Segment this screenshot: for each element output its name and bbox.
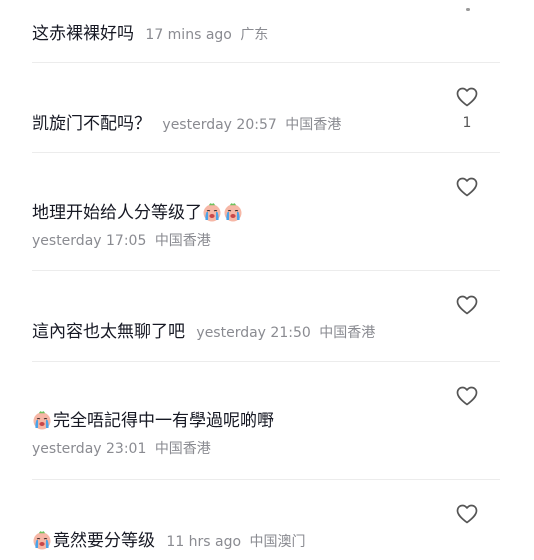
comment-location: 中国香港: [154, 233, 211, 249]
comment-text: 凯旋门不配吗？: [32, 114, 151, 134]
comment-meta: yesterday 21:50 中国香港: [196, 325, 375, 341]
comment-location: 中国香港: [319, 325, 376, 341]
comment-item: 竟然要分等级 11 hrs ago 中国澳门: [32, 530, 502, 553]
comment-text: 这赤裸裸好吗: [32, 24, 134, 44]
comment-location: 中国澳门: [249, 534, 306, 550]
divider: [32, 479, 500, 480]
divider: [32, 152, 500, 153]
comment-meta: 17 mins ago 广东: [145, 27, 268, 43]
comment-time: yesterday 17:05: [32, 233, 147, 249]
heart-outline-icon[interactable]: [455, 175, 479, 199]
heart-outline-icon[interactable]: [455, 502, 479, 526]
comment-text: 完全唔記得中一有學過呢啲嘢: [53, 411, 274, 431]
comment-meta: yesterday 17:05 中国香港: [32, 232, 502, 250]
like-control[interactable]: [452, 175, 482, 199]
comment-text: 竟然要分等级: [53, 531, 155, 551]
comment-line: 這內容也太無聊了吧 yesterday 21:50 中国香港: [32, 321, 502, 344]
divider: [32, 62, 500, 63]
crying-face-emoji: [202, 202, 222, 222]
crying-face-emoji: [223, 202, 243, 222]
comment-text: 地理开始给人分等级了: [32, 203, 202, 223]
comment-item: 完全唔記得中一有學過呢啲嘢 yesterday 23:01 中国香港: [32, 410, 502, 458]
comment-location: 中国香港: [154, 441, 211, 457]
comment-line: 地理开始给人分等级了: [32, 202, 502, 224]
scroll-indicator: [466, 8, 470, 11]
comment-time: 11 hrs ago: [166, 534, 242, 550]
comment-item: 地理开始给人分等级了 yesterday 17:05 中国香港: [32, 202, 502, 250]
like-control[interactable]: [452, 384, 482, 408]
divider: [32, 270, 500, 271]
comment-location: 中国香港: [285, 117, 342, 133]
comment-item: 凯旋门不配吗？ yesterday 20:57 中国香港: [32, 113, 502, 136]
comment-text: 這內容也太無聊了吧: [32, 322, 185, 342]
comment-meta: 11 hrs ago 中国澳门: [166, 534, 305, 550]
comment-item: 这赤裸裸好吗 17 mins ago 广东: [32, 23, 502, 46]
crying-face-emoji: [32, 530, 52, 550]
comment-line: 竟然要分等级 11 hrs ago 中国澳门: [32, 530, 502, 553]
heart-outline-icon[interactable]: [455, 293, 479, 317]
comment-meta: yesterday 20:57 中国香港: [162, 117, 341, 133]
comment-time: yesterday 21:50: [196, 325, 311, 341]
like-control[interactable]: [452, 293, 482, 317]
crying-face-emoji: [32, 410, 52, 430]
heart-outline-icon[interactable]: [455, 384, 479, 408]
comment-time: yesterday 20:57: [162, 117, 277, 133]
comment-line: 这赤裸裸好吗 17 mins ago 广东: [32, 23, 502, 46]
heart-outline-icon[interactable]: [455, 85, 479, 109]
divider: [32, 361, 500, 362]
like-control[interactable]: [452, 502, 482, 526]
comment-line: 凯旋门不配吗？ yesterday 20:57 中国香港: [32, 113, 502, 136]
comment-time: 17 mins ago: [145, 27, 232, 43]
comment-item: 這內容也太無聊了吧 yesterday 21:50 中国香港: [32, 321, 502, 344]
comment-meta: yesterday 23:01 中国香港: [32, 440, 502, 458]
comment-location: 广东: [240, 27, 269, 43]
comment-time: yesterday 23:01: [32, 441, 147, 457]
comment-line: 完全唔記得中一有學過呢啲嘢: [32, 410, 502, 432]
